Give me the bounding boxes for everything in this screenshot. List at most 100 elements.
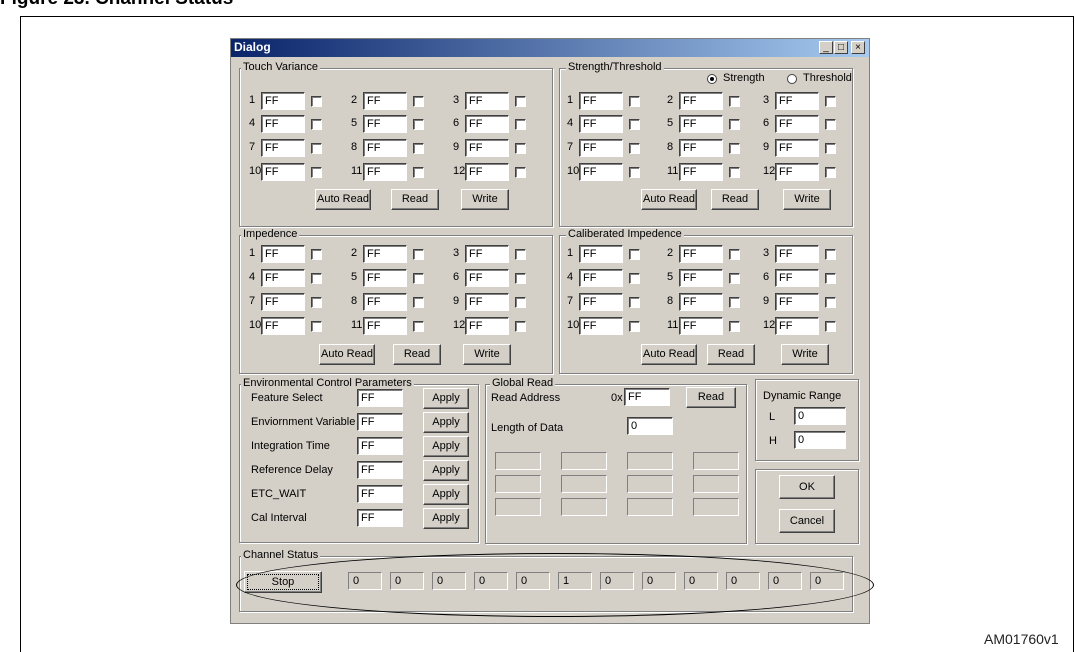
impedence-read-button[interactable]: Read [393, 344, 441, 365]
calibrated-impedence-channel-input[interactable]: FF [775, 293, 819, 311]
ok-button[interactable]: OK [779, 475, 835, 499]
calibrated-impedence-channel-input[interactable]: FF [679, 293, 723, 311]
apply-button[interactable]: Apply [423, 460, 469, 481]
strength-threshold-channel-checkbox[interactable] [729, 119, 740, 130]
impedence-channel-checkbox[interactable] [413, 321, 424, 332]
impedence-channel-input[interactable]: FF [465, 317, 509, 335]
strength-threshold-channel-checkbox[interactable] [629, 119, 640, 130]
calibrated-impedence-channel-input[interactable]: FF [579, 269, 623, 287]
touch-variance-channel-checkbox[interactable] [413, 119, 424, 130]
environment-row-input[interactable]: FF [357, 437, 403, 455]
apply-button[interactable]: Apply [423, 484, 469, 505]
touch-variance-channel-input[interactable]: FF [465, 92, 509, 110]
touch-variance-channel-checkbox[interactable] [413, 143, 424, 154]
close-icon[interactable]: × [851, 41, 865, 54]
impedence-channel-checkbox[interactable] [515, 249, 526, 260]
calibrated-impedence-channel-checkbox[interactable] [729, 297, 740, 308]
calibrated-impedence-channel-input[interactable]: FF [679, 245, 723, 263]
touch-variance-channel-checkbox[interactable] [311, 143, 322, 154]
calibrated-impedence-channel-checkbox[interactable] [629, 321, 640, 332]
touch-variance-channel-input[interactable]: FF [363, 163, 407, 181]
touch-variance-channel-input[interactable]: FF [261, 139, 305, 157]
impedence-channel-input[interactable]: FF [465, 269, 509, 287]
calibrated-impedence-channel-checkbox[interactable] [629, 249, 640, 260]
cancel-button[interactable]: Cancel [779, 509, 835, 533]
strength-threshold-channel-input[interactable]: FF [579, 115, 623, 133]
impedence-channel-checkbox[interactable] [311, 297, 322, 308]
touch-variance-channel-checkbox[interactable] [311, 96, 322, 107]
strength-threshold-channel-checkbox[interactable] [729, 167, 740, 178]
strength-threshold-channel-checkbox[interactable] [825, 143, 836, 154]
strength-threshold-channel-checkbox[interactable] [729, 143, 740, 154]
impedence-write-button[interactable]: Write [463, 344, 511, 365]
strength-threshold-channel-input[interactable]: FF [679, 92, 723, 110]
strength-threshold-channel-checkbox[interactable] [825, 119, 836, 130]
strength-threshold-channel-checkbox[interactable] [825, 96, 836, 107]
touch-variance-channel-checkbox[interactable] [515, 143, 526, 154]
calibrated-impedence-channel-checkbox[interactable] [729, 321, 740, 332]
calibrated-impedence-channel-input[interactable]: FF [579, 293, 623, 311]
touch-variance-write-button[interactable]: Write [461, 189, 509, 210]
calibrated-impedence-channel-checkbox[interactable] [629, 273, 640, 284]
touch-variance-channel-input[interactable]: FF [261, 92, 305, 110]
touch-variance-channel-input[interactable]: FF [261, 115, 305, 133]
range-h-input[interactable]: 0 [794, 431, 846, 449]
strength-threshold-channel-input[interactable]: FF [679, 139, 723, 157]
touch-variance-channel-input[interactable]: FF [363, 139, 407, 157]
calibrated-impedence-channel-input[interactable]: FF [679, 269, 723, 287]
environment-row-input[interactable]: FF [357, 509, 403, 527]
touch-variance-channel-checkbox[interactable] [413, 167, 424, 178]
touch-variance-read-button[interactable]: Read [391, 189, 439, 210]
calibrated-impedence-channel-checkbox[interactable] [629, 297, 640, 308]
touch-variance-channel-input[interactable]: FF [363, 115, 407, 133]
strength-threshold-channel-input[interactable]: FF [775, 163, 819, 181]
calibrated-impedence-channel-input[interactable]: FF [775, 269, 819, 287]
strength-threshold-write-button[interactable]: Write [783, 189, 831, 210]
global-read-button[interactable]: Read [686, 387, 736, 408]
impedence-channel-checkbox[interactable] [515, 297, 526, 308]
strength-threshold-channel-checkbox[interactable] [629, 143, 640, 154]
environment-row-input[interactable]: FF [357, 461, 403, 479]
impedence-channel-input[interactable]: FF [261, 317, 305, 335]
calibrated-impedence-channel-input[interactable]: FF [579, 245, 623, 263]
apply-button[interactable]: Apply [423, 508, 469, 529]
impedence-channel-input[interactable]: FF [363, 245, 407, 263]
calibrated-impedence-auto-read-button[interactable]: Auto Read [641, 344, 697, 365]
calibrated-impedence-channel-input[interactable]: FF [679, 317, 723, 335]
strength-threshold-auto-read-button[interactable]: Auto Read [641, 189, 697, 210]
strength-threshold-channel-input[interactable]: FF [775, 139, 819, 157]
calibrated-impedence-channel-checkbox[interactable] [729, 249, 740, 260]
calibrated-impedence-channel-checkbox[interactable] [825, 273, 836, 284]
touch-variance-channel-input[interactable]: FF [465, 163, 509, 181]
impedence-channel-input[interactable]: FF [363, 317, 407, 335]
environment-row-input[interactable]: FF [357, 413, 403, 431]
touch-variance-channel-checkbox[interactable] [413, 96, 424, 107]
impedence-channel-input[interactable]: FF [261, 293, 305, 311]
impedence-channel-checkbox[interactable] [311, 273, 322, 284]
impedence-channel-checkbox[interactable] [515, 321, 526, 332]
touch-variance-channel-checkbox[interactable] [311, 119, 322, 130]
strength-radio[interactable] [707, 74, 717, 84]
strength-threshold-channel-input[interactable]: FF [579, 92, 623, 110]
touch-variance-channel-checkbox[interactable] [311, 167, 322, 178]
strength-threshold-channel-input[interactable]: FF [775, 115, 819, 133]
touch-variance-channel-checkbox[interactable] [515, 119, 526, 130]
calibrated-impedence-channel-checkbox[interactable] [825, 297, 836, 308]
maximize-icon[interactable]: □ [834, 41, 848, 54]
impedence-channel-checkbox[interactable] [311, 321, 322, 332]
strength-threshold-channel-input[interactable]: FF [775, 92, 819, 110]
touch-variance-channel-input[interactable]: FF [465, 115, 509, 133]
calibrated-impedence-write-button[interactable]: Write [781, 344, 829, 365]
calibrated-impedence-channel-checkbox[interactable] [729, 273, 740, 284]
calibrated-impedence-channel-input[interactable]: FF [775, 245, 819, 263]
strength-threshold-channel-input[interactable]: FF [679, 115, 723, 133]
impedence-channel-checkbox[interactable] [413, 273, 424, 284]
apply-button[interactable]: Apply [423, 412, 469, 433]
length-of-data-input[interactable]: 0 [627, 417, 673, 435]
calibrated-impedence-channel-input[interactable]: FF [775, 317, 819, 335]
impedence-channel-input[interactable]: FF [465, 293, 509, 311]
strength-threshold-channel-checkbox[interactable] [729, 96, 740, 107]
touch-variance-channel-checkbox[interactable] [515, 96, 526, 107]
strength-threshold-channel-input[interactable]: FF [579, 139, 623, 157]
calibrated-impedence-channel-checkbox[interactable] [825, 321, 836, 332]
